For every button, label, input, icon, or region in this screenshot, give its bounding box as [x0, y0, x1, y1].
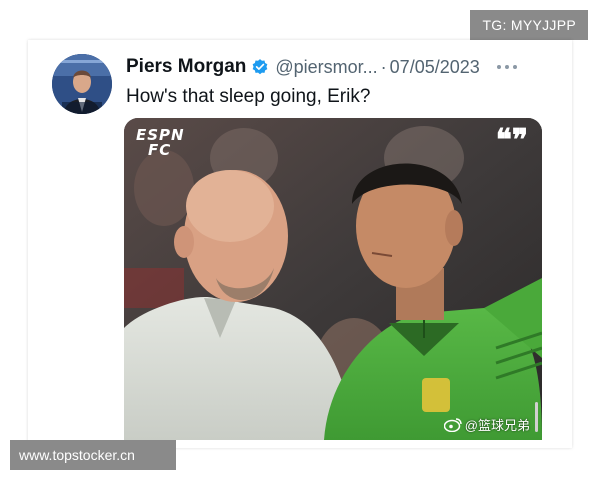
avatar[interactable]	[52, 54, 112, 114]
tweet-media-image[interactable]: ESPN FC ❝❞ @篮球兄弟	[124, 118, 542, 440]
weibo-watermark: @篮球兄弟	[443, 415, 530, 434]
verified-badge-icon	[251, 58, 269, 76]
tweet-header: Piers Morgan @piersmor... · 07/05/2023	[126, 56, 480, 78]
watermark-text: @篮球兄弟	[464, 418, 530, 433]
site-url-badge: www.topstocker.cn	[10, 440, 176, 470]
media-photo	[124, 118, 542, 440]
telegram-tag-badge: TG: MYYJJPP	[470, 10, 588, 40]
tweet-card[interactable]: Piers Morgan @piersmor... · 07/05/2023 H…	[28, 40, 572, 448]
more-options-icon[interactable]	[494, 58, 520, 76]
tweet-text: How's that sleep going, Erik?	[126, 86, 371, 107]
scrollbar[interactable]	[535, 402, 538, 432]
quote-icon: ❝❞	[495, 123, 528, 158]
display-name[interactable]: Piers Morgan	[126, 56, 246, 78]
user-handle[interactable]: @piersmor...	[275, 57, 377, 78]
espn-fc-logo: ESPN FC	[136, 126, 185, 159]
tweet-date[interactable]: 07/05/2023	[390, 57, 480, 78]
header-separator: ·	[380, 56, 387, 77]
weibo-icon	[443, 417, 462, 432]
